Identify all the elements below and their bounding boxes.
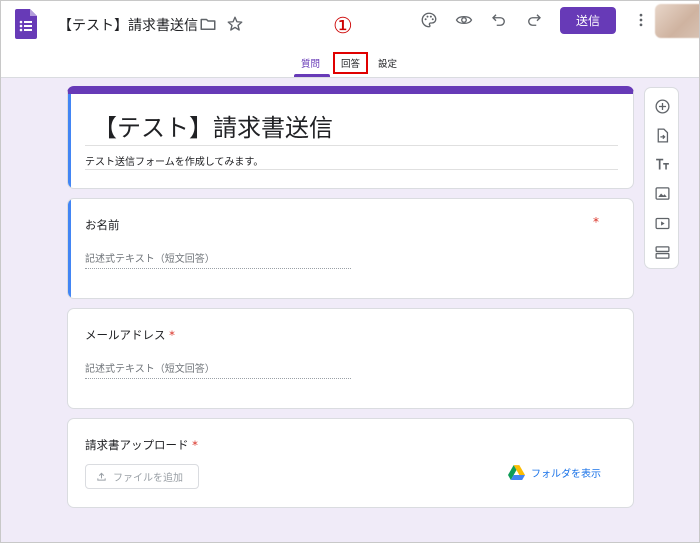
view-folder-label: フォルダを表示 [531, 469, 601, 480]
document-title[interactable]: 【テスト】請求書送信 [58, 15, 198, 35]
send-button[interactable]: 送信 [560, 7, 616, 34]
short-answer-placeholder: 記述式テキスト（短文回答） [85, 254, 215, 265]
required-marker: * [593, 215, 599, 229]
answer-line [85, 268, 351, 269]
question-label[interactable]: メールアドレス [85, 328, 166, 342]
avatar[interactable] [655, 4, 700, 38]
active-tab-indicator [294, 74, 330, 77]
add-question-icon[interactable] [653, 97, 671, 115]
preview-eye-icon[interactable] [452, 8, 476, 32]
view-folder-link[interactable]: フォルダを表示 [508, 465, 601, 480]
answer-line [85, 378, 351, 379]
redo-icon[interactable] [522, 8, 546, 32]
add-section-icon[interactable] [653, 243, 671, 261]
question-label-wrap: 請求書アップロード * [85, 437, 198, 453]
tab-responses-highlight [333, 52, 368, 74]
form-description[interactable]: テスト送信フォームを作成してみます。 [85, 153, 263, 168]
step-marker: ① [333, 14, 353, 39]
add-video-icon[interactable] [653, 214, 671, 232]
forms-logo-icon[interactable] [15, 9, 37, 39]
app-header: 【テスト】請求書送信 送信 ① 質問 回答 設定 [0, 0, 700, 78]
description-underline [85, 169, 618, 170]
active-card-indicator [68, 199, 71, 298]
add-file-button[interactable]: ファイルを追加 [85, 464, 199, 489]
tab-questions[interactable]: 質問 [301, 56, 320, 70]
google-drive-icon [508, 465, 525, 480]
active-card-indicator [68, 94, 71, 188]
question-card-name[interactable]: お名前 * 記述式テキスト（短文回答） [67, 198, 634, 299]
folder-icon[interactable] [196, 12, 220, 36]
palette-icon[interactable] [417, 8, 441, 32]
title-underline [85, 145, 618, 146]
add-image-icon[interactable] [653, 184, 671, 202]
required-marker: * [169, 328, 175, 342]
undo-icon[interactable] [487, 8, 511, 32]
add-title-icon[interactable] [653, 155, 671, 173]
short-answer-placeholder: 記述式テキスト（短文回答） [85, 364, 215, 375]
more-vert-icon[interactable] [629, 8, 653, 32]
question-label-wrap: メールアドレス * [85, 327, 175, 343]
question-label[interactable]: 請求書アップロード [85, 438, 189, 452]
import-questions-icon[interactable] [653, 126, 671, 144]
star-icon[interactable] [223, 12, 247, 36]
question-card-upload[interactable]: 請求書アップロード * ファイルを追加 フォルダを表示 [67, 418, 634, 508]
question-card-email[interactable]: メールアドレス * 記述式テキスト（短文回答） [67, 308, 634, 409]
form-title-card[interactable]: 【テスト】請求書送信 テスト送信フォームを作成してみます。 [67, 86, 634, 189]
required-marker: * [192, 438, 198, 452]
add-file-label: ファイルを追加 [113, 473, 183, 484]
question-label[interactable]: お名前 [85, 217, 120, 233]
upload-icon [97, 472, 106, 481]
form-title[interactable]: 【テスト】請求書送信 [93, 108, 333, 143]
tab-settings[interactable]: 設定 [378, 56, 397, 70]
side-toolbar [644, 87, 679, 269]
